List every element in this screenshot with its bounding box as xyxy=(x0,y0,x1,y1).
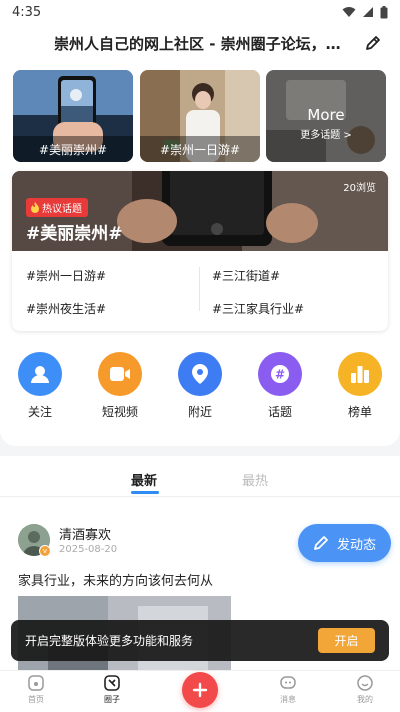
nav-nearby[interactable]: 附近 xyxy=(168,352,232,420)
tab-indicator xyxy=(131,491,159,494)
hot-topic-banner[interactable]: 热议话题 20浏览 #美丽崇州# xyxy=(12,171,388,251)
topic-tile-label: #崇州一日游# xyxy=(140,136,260,162)
bottom-nav-circle[interactable]: 圈子 xyxy=(87,674,137,705)
signal-icon xyxy=(363,7,373,17)
hot-topic-link[interactable]: #崇州一日游# xyxy=(26,267,106,284)
profile-icon xyxy=(357,675,373,691)
more-topics-tile[interactable]: More 更多话题 > xyxy=(266,70,386,162)
nav-label: 附近 xyxy=(187,405,212,419)
location-icon xyxy=(178,352,222,396)
topics-panel: #美丽崇州# #崇州一日游# More 更多话题 > 热议话题 20浏览 #美丽… xyxy=(0,62,400,446)
nav-label: 话题 xyxy=(267,405,292,419)
topic-tile-label: #美丽崇州# xyxy=(13,136,133,162)
nav-topics[interactable]: # 话题 xyxy=(248,352,312,420)
divider xyxy=(199,267,200,311)
hot-topic-badge: 热议话题 xyxy=(26,198,88,217)
follow-icon xyxy=(18,352,62,396)
more-title: More xyxy=(307,106,345,124)
bottom-nav-profile[interactable]: 我的 xyxy=(340,674,390,705)
svg-text:#: # xyxy=(275,368,285,382)
create-post-fab[interactable] xyxy=(182,672,218,708)
more-subtitle: 更多话题 > xyxy=(300,130,352,141)
publish-button[interactable]: 发动态 xyxy=(298,524,391,562)
nav-short-video[interactable]: 短视频 xyxy=(88,352,152,420)
status-icons xyxy=(342,5,388,19)
promo-banner: 开启完整版体验更多功能和服务 开启 xyxy=(11,620,389,661)
bottom-nav-label: 首页 xyxy=(28,695,44,704)
more-topics-text: More 更多话题 > xyxy=(266,106,386,141)
hot-topic-link[interactable]: #三江家具行业# xyxy=(212,300,304,317)
bottom-nav-label: 我的 xyxy=(357,695,373,704)
hot-topic-title: #美丽崇州# xyxy=(26,224,123,244)
nav-follow[interactable]: 关注 xyxy=(8,352,72,420)
plus-icon xyxy=(192,682,208,698)
post-date: 2025-08-20 xyxy=(59,544,118,555)
hot-topic-views: 20浏览 xyxy=(343,183,376,194)
promo-open-button[interactable]: 开启 xyxy=(318,628,375,653)
status-bar: 4:35 xyxy=(0,0,400,24)
nav-ranking[interactable]: 榜单 xyxy=(328,352,392,420)
bottom-nav-messages[interactable]: 消息 xyxy=(263,674,313,705)
hot-topic-link[interactable]: #三江街道# xyxy=(212,267,280,284)
nav-label: 关注 xyxy=(27,405,52,419)
hot-topic-links: #崇州一日游# #三江街道# #崇州夜生活# #三江家具行业# xyxy=(12,251,388,331)
bottom-nav-home[interactable]: 首页 xyxy=(11,674,61,705)
hashtag-icon: # xyxy=(258,352,302,396)
topic-tile-one-day-tour[interactable]: #崇州一日游# xyxy=(140,70,260,162)
bottom-nav-label: 圈子 xyxy=(104,695,120,704)
promo-text: 开启完整版体验更多功能和服务 xyxy=(25,634,194,648)
hot-badge-label: 热议话题 xyxy=(42,204,82,215)
ranking-icon xyxy=(338,352,382,396)
app-header: 崇州人自己的网上社区 - 崇州圈子论坛，交... xyxy=(0,24,400,62)
battery-icon xyxy=(380,5,388,18)
pen-icon xyxy=(314,536,328,550)
topic-tile-beautiful-chongzhou[interactable]: #美丽崇州# xyxy=(13,70,133,162)
nav-label: 短视频 xyxy=(101,405,138,419)
bottom-nav-label: 消息 xyxy=(280,695,296,704)
status-time: 4:35 xyxy=(12,4,42,20)
edit-button[interactable] xyxy=(360,30,386,56)
tab-latest[interactable]: 最新 xyxy=(131,470,157,489)
message-icon xyxy=(280,676,296,689)
circle-icon xyxy=(104,675,120,691)
home-icon xyxy=(28,675,44,691)
quick-nav: 关注 短视频 附近 # 话题 榜单 xyxy=(0,352,400,432)
hot-topic-card: 热议话题 20浏览 #美丽崇州# #崇州一日游# #三江街道# #崇州夜生活# … xyxy=(12,171,388,331)
verified-badge-icon: v xyxy=(39,545,51,557)
nav-label: 榜单 xyxy=(347,405,372,419)
post-text[interactable]: 家具行业，未来的方向该何去何从 xyxy=(18,570,213,589)
video-icon xyxy=(98,352,142,396)
tab-hottest[interactable]: 最热 xyxy=(242,470,268,489)
edit-icon xyxy=(366,36,380,50)
hot-topic-link[interactable]: #崇州夜生活# xyxy=(26,300,106,317)
wifi-icon xyxy=(342,7,356,17)
page-title: 崇州人自己的网上社区 - 崇州圈子论坛，交... xyxy=(54,34,350,53)
divider xyxy=(0,496,400,497)
publish-button-label: 发动态 xyxy=(336,537,376,553)
fire-icon xyxy=(31,202,39,213)
post-author[interactable]: 清酒寡欢 xyxy=(59,524,111,543)
